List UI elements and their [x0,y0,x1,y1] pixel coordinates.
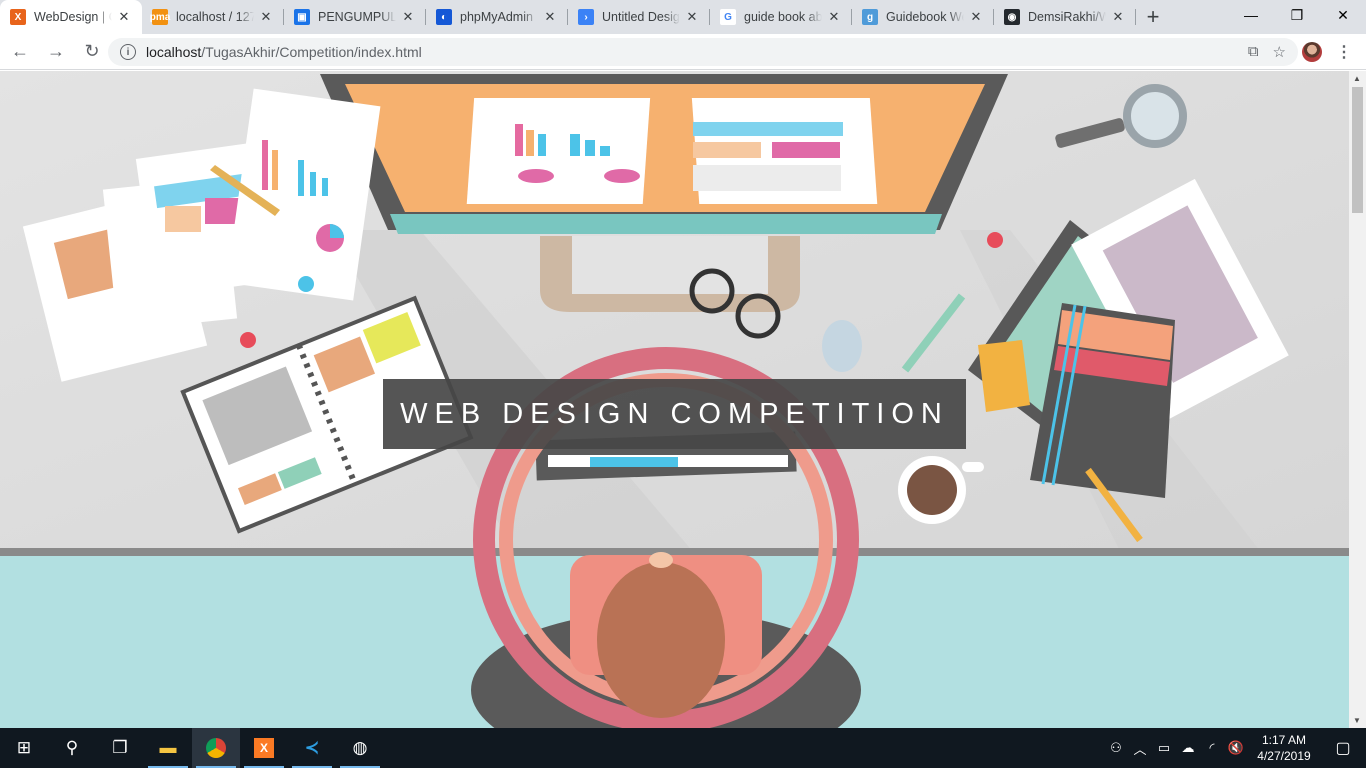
tab-favicon-icon: g [862,9,878,25]
volume-muted-icon[interactable]: 🔇 [1224,740,1248,756]
page-title-banner: WEB DESIGN COMPETITION [383,379,966,449]
browser-tab[interactable]: ▣ PENGUMPULA ✕ [284,0,426,34]
people-icon[interactable]: ⚇ [1104,740,1128,756]
search-icon: ⚲ [65,738,79,757]
wifi-icon[interactable]: ◜ [1200,740,1224,756]
scroll-up-icon[interactable]: ▲ [1353,74,1361,83]
tab-close-icon[interactable]: ✕ [1110,9,1126,25]
tab-favicon-icon: › [578,9,594,25]
tab-title: localhost / 127 [176,10,254,24]
info-icon[interactable]: i [120,44,136,60]
chevron-up-icon[interactable]: ︿ [1128,739,1152,758]
task-view-button[interactable]: ❐ [96,728,144,768]
window-controls: — ❐ ✕ [1228,0,1366,30]
tab-title: WebDesign | C [34,10,112,24]
tab-close-icon[interactable]: ✕ [968,9,984,25]
xampp-button[interactable]: X [240,728,288,768]
profile-avatar[interactable] [1302,42,1322,62]
tab-favicon-icon: pma [150,9,170,25]
bookmark-star-icon[interactable]: ☆ [1273,43,1286,61]
translate-icon[interactable]: ⧉ [1248,43,1259,61]
scrollbar-thumb[interactable] [1352,87,1363,213]
forward-button[interactable]: → [40,36,72,68]
url-host: localhost [146,44,202,60]
browser-tab[interactable]: ◉ DemsiRakhi/W ✕ [994,0,1136,34]
url-path: /TugasAkhir/Competition/index.html [201,44,422,60]
page-title: WEB DESIGN COMPETITION [400,397,949,430]
windows-taskbar: ⊞ ⚲ ❐ ▬ X ≺ ◍ ⚇ ︿ ▭ ☁ ◜ 🔇 1:17 AM 4/27/2… [0,728,1366,768]
start-button[interactable]: ⊞ [0,728,48,768]
tab-title: DemsiRakhi/W [1028,10,1106,24]
close-window-button[interactable]: ✕ [1320,0,1366,30]
tab-favicon-icon: ▣ [294,9,310,25]
reload-button[interactable]: ↻ [76,36,108,68]
tab-title: phpMyAdmin [460,10,533,24]
tab-favicon-icon: G [720,9,736,25]
onedrive-icon[interactable]: ☁ [1176,740,1200,756]
clock-date: 4/27/2019 [1257,749,1311,763]
system-tray: ⚇ ︿ ▭ ☁ ◜ 🔇 1:17 AM 4/27/2019 ▢ [1104,728,1366,768]
browser-toolbar: ← → ↻ i localhost/TugasAkhir/Competition… [0,34,1366,70]
tab-separator [1135,9,1136,25]
vscode-icon: ≺ [304,738,320,757]
clock-time: 1:17 AM [1261,733,1307,747]
steam-button[interactable]: ◍ [336,728,384,768]
address-bar[interactable]: i localhost/TugasAkhir/Competition/index… [108,38,1298,66]
scroll-down-icon[interactable]: ▼ [1353,716,1361,725]
browser-tab[interactable]: X WebDesign | C ✕ [0,0,142,34]
search-button[interactable]: ⚲ [48,728,96,768]
back-button[interactable]: ← [4,36,36,68]
restore-button[interactable]: ❐ [1274,0,1320,30]
tab-title: guide book ab [744,10,822,24]
folder-icon: ▬ [159,738,177,757]
page-viewport: WEB DESIGN COMPETITION [0,71,1349,728]
tab-favicon-icon: X [10,9,26,25]
chrome-icon [206,738,226,758]
xampp-icon: X [254,738,274,758]
file-explorer-button[interactable]: ▬ [144,728,192,768]
tab-title: PENGUMPULA [318,10,396,24]
task-view-icon: ❐ [112,738,128,757]
tab-favicon-icon: ◐ [436,9,452,25]
tab-title: Untitled Desig [602,10,680,24]
notification-icon[interactable]: ▢ [1320,738,1366,758]
clock[interactable]: 1:17 AM 4/27/2019 [1248,732,1320,764]
tab-close-icon[interactable]: ✕ [826,9,842,25]
minimize-button[interactable]: — [1228,0,1274,30]
tab-close-icon[interactable]: ✕ [400,9,416,25]
vscode-button[interactable]: ≺ [288,728,336,768]
steam-icon: ◍ [352,738,368,757]
tab-close-icon[interactable]: ✕ [116,9,132,25]
chrome-button[interactable] [192,728,240,768]
tab-close-icon[interactable]: ✕ [684,9,700,25]
vertical-scrollbar[interactable]: ▲ ▼ [1349,71,1366,728]
windows-logo-icon: ⊞ [16,738,32,757]
tab-strip: X WebDesign | C ✕ pma localhost / 127 ✕ ▣ PENGU… [0,0,1366,34]
browser-menu-icon[interactable]: ⋮ [1336,42,1352,62]
battery-icon[interactable]: ▭ [1152,740,1176,756]
tab-close-icon[interactable]: ✕ [258,9,274,25]
tab-title: Guidebook We [886,10,964,24]
reload-icon: ↻ [84,41,100,61]
arrow-left-icon: ← [11,41,29,61]
tab-favicon-icon: ◉ [1004,9,1020,25]
tab-close-icon[interactable]: ✕ [542,9,558,25]
browser-tab[interactable]: Gguide book ab ✕ [710,0,852,34]
browser-tab[interactable]: › Untitled Desig ✕ [568,0,710,34]
browser-tab[interactable]: pma localhost / 127 ✕ [142,0,284,34]
browser-tab[interactable]: g Guidebook We ✕ [852,0,994,34]
arrow-right-icon: → [47,41,65,61]
browser-tab[interactable]: ◐ phpMyAdmin ✕ [426,0,568,34]
new-tab-button[interactable]: + [1136,0,1170,34]
